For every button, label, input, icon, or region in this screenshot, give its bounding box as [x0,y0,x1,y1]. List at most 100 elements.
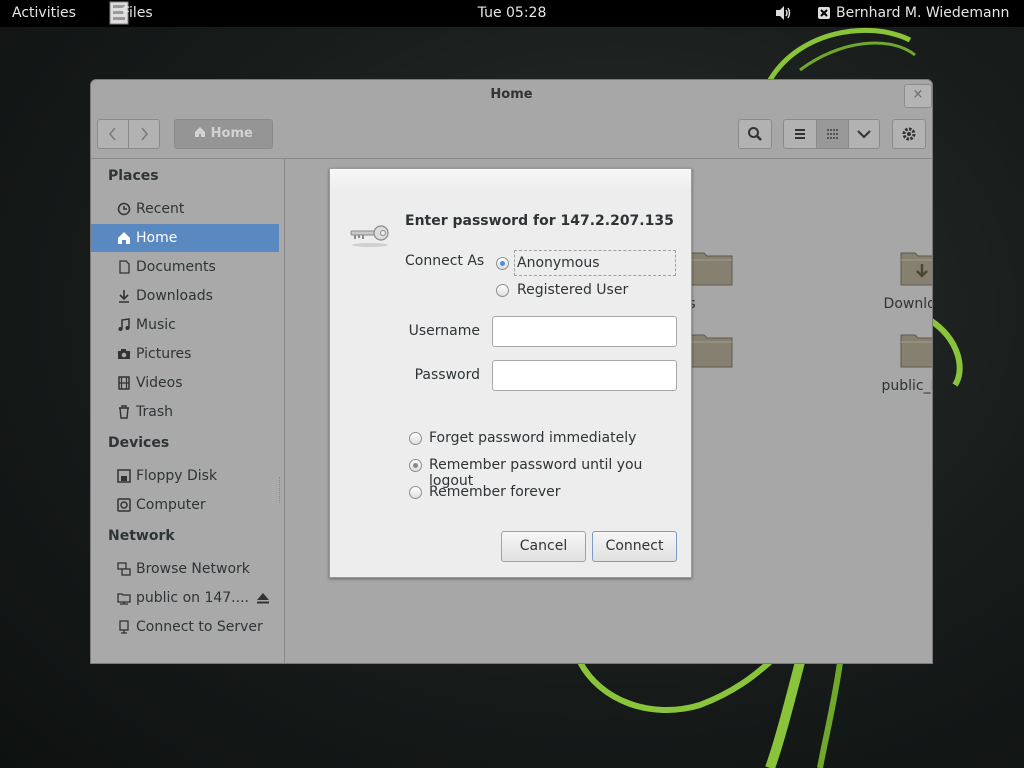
grid-view-button[interactable] [816,119,849,149]
download-folder-icon [900,252,932,286]
file-name: Downloads [883,296,932,312]
volume-icon[interactable] [775,5,793,21]
devices-heading: Devices [108,435,170,451]
user-status-icon[interactable] [817,6,831,20]
chevron-left-icon [109,127,116,141]
sidebar-item-label: Recent [136,201,185,217]
sidebar-item-public-share[interactable]: public on 147.... [91,584,279,612]
document-icon [119,260,130,274]
sidebar-item-label: Documents [136,259,216,275]
remember-forever-label[interactable]: Remember forever [429,484,561,500]
sidebar-item-downloads[interactable]: Downloads [91,282,279,310]
network-folder-icon [117,593,131,605]
folder-icon [689,334,733,368]
home-icon [195,127,206,137]
list-icon [795,129,805,139]
trash-icon [119,405,129,419]
sidebar-item-pictures[interactable]: Pictures [91,340,279,368]
sidebar-item-label: Videos [136,375,183,391]
list-view-button[interactable] [783,119,817,149]
dialog-header [330,169,691,193]
username-label: Username [408,323,480,339]
sidebar-item-label: Pictures [136,346,192,362]
app-menu-label[interactable]: Files [122,5,153,21]
settings-button[interactable] [892,119,926,149]
forget-password-radio[interactable] [409,432,422,445]
chevron-right-icon [141,127,148,141]
activities-button[interactable]: Activities [12,5,76,21]
sidebar-item-label: Trash [136,404,173,420]
view-options-button[interactable] [848,119,880,149]
places-heading: Places [108,168,159,184]
sidebar-item-documents[interactable]: Documents [91,253,279,281]
file-item-downloads[interactable]: Downloads [872,247,932,312]
path-home-label: Home [210,126,253,141]
network-heading: Network [108,528,175,544]
top-panel: Activities Files Tue 05:28 Bernhard M. W… [0,0,1024,27]
search-button[interactable] [738,119,772,149]
password-field[interactable] [492,360,677,391]
sidebar-item-label: Connect to Server [136,619,263,635]
sidebar-item-label: Home [136,230,178,246]
registered-user-radio-label[interactable]: Registered User [517,282,628,298]
sidebar-item-label: Floppy Disk [136,468,218,484]
sidebar-item-label: Downloads [136,288,213,304]
file-name: public_html [881,378,932,394]
sidebar-item-music[interactable]: Music [91,311,279,339]
eject-icon[interactable] [256,591,270,605]
close-window-button[interactable]: × [904,84,932,108]
sidebar-item-home[interactable]: Home [91,224,279,252]
download-icon [119,290,129,303]
sidebar-item-floppy-disk[interactable]: Floppy Disk [91,462,279,490]
harddisk-icon [117,498,131,512]
sidebar-resize-handle[interactable] [279,477,283,503]
anonymous-radio-label[interactable]: Anonymous [517,255,600,271]
file-item[interactable] [688,329,768,369]
sidebar-item-label: Music [136,317,176,333]
user-menu[interactable]: Bernhard M. Wiedemann [836,5,1009,21]
chevron-down-icon [857,130,871,139]
forward-button[interactable] [128,119,160,149]
sidebar-item-label: Browse Network [136,561,250,577]
folder-icon [900,334,932,368]
window-title: Home [490,87,533,102]
camera-icon [118,349,130,359]
username-field[interactable] [492,316,677,347]
floppy-icon [117,469,131,483]
key-icon [350,225,389,247]
file-item-public-html[interactable]: public_html [872,329,932,394]
clock[interactable]: Tue 05:28 [478,5,547,21]
sidebar: Places Recent Home Documents Downloads M… [91,159,285,663]
sidebar-item-recent[interactable]: Recent [91,195,279,223]
sidebar-item-connect-to-server[interactable]: Connect to Server [91,613,279,641]
toolbar: Home [91,110,932,159]
grid-icon [826,129,838,139]
sidebar-item-browse-network[interactable]: Browse Network [91,555,279,583]
connect-button[interactable]: Connect [592,531,677,562]
path-bar-home-button[interactable]: Home [174,119,273,149]
search-icon [748,127,762,141]
gear-icon [902,127,916,141]
cancel-button[interactable]: Cancel [501,531,586,562]
password-label: Password [414,367,480,383]
file-item[interactable] [688,247,768,287]
clock-icon [117,202,131,216]
forget-password-label[interactable]: Forget password immediately [429,430,636,446]
folder-icon [689,252,733,286]
sidebar-item-computer[interactable]: Computer [91,491,279,519]
server-icon [119,620,129,634]
sidebar-item-label: public on 147.... [136,590,249,606]
sidebar-item-label: Computer [136,497,206,513]
sidebar-item-trash[interactable]: Trash [91,398,279,426]
remember-forever-radio[interactable] [409,486,422,499]
music-icon [118,318,130,331]
back-button[interactable] [97,119,129,149]
registered-user-radio[interactable] [496,284,509,297]
film-icon [118,376,130,390]
password-dialog: Enter password for 147.2.207.135 Connect… [329,168,692,578]
remember-until-logout-radio[interactable] [409,459,422,472]
sidebar-item-videos[interactable]: Videos [91,369,279,397]
home-icon [118,232,130,244]
dialog-title: Enter password for 147.2.207.135 [405,213,674,229]
anonymous-radio[interactable] [496,257,509,270]
